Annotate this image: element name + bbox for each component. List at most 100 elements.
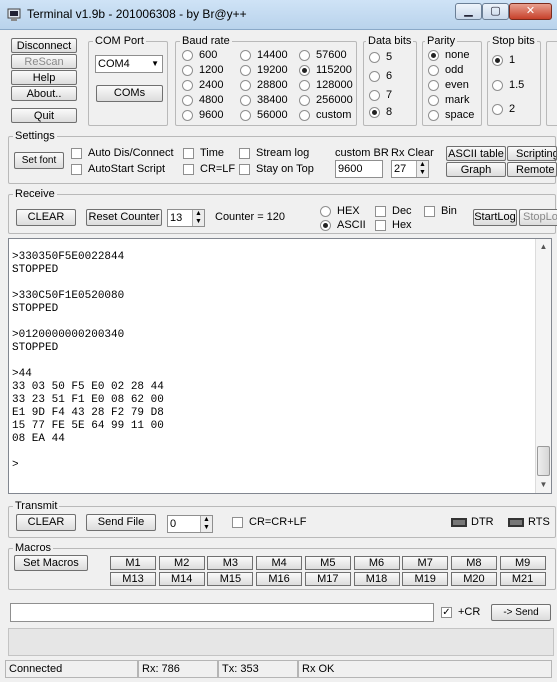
help-button[interactable]: Help <box>11 70 77 85</box>
stream-log-checkbox[interactable]: Stream log <box>239 147 309 159</box>
macro-button[interactable]: M7 <box>402 556 449 570</box>
quit-button[interactable]: Quit <box>11 108 77 123</box>
parity-radio[interactable]: even <box>428 79 469 91</box>
reset-counter-button[interactable]: Reset Counter <box>86 209 162 226</box>
coms-button[interactable]: COMs <box>96 85 163 102</box>
macro-button[interactable]: M13 <box>110 572 156 586</box>
scroll-up-icon[interactable]: ▲ <box>536 239 551 255</box>
send-file-button[interactable]: Send File <box>86 514 156 531</box>
baud-rate-radio[interactable]: custom <box>299 109 351 121</box>
baud-rate-radio[interactable]: 1200 <box>182 64 223 76</box>
parity-radio[interactable]: mark <box>428 94 469 106</box>
plus-cr-checkbox[interactable]: ✓ +CR <box>441 606 480 618</box>
macro-button[interactable]: M21 <box>499 572 546 586</box>
macro-button[interactable]: M19 <box>402 572 449 586</box>
title-bar[interactable]: Terminal v1.9b - 201006308 - by Br@y++ ▁… <box>0 0 557 30</box>
dtr-toggle[interactable]: DTR <box>451 516 494 528</box>
scroll-thumb[interactable] <box>537 446 550 476</box>
graph-button[interactable]: Graph <box>446 162 506 177</box>
parity-radio[interactable]: space <box>428 109 474 121</box>
baud-rate-radio[interactable]: 56000 <box>240 109 288 121</box>
bin-checkbox[interactable]: Bin <box>424 205 457 217</box>
auto-dis-connect-checkbox[interactable]: Auto Dis/Connect <box>71 147 174 159</box>
stop-bits-radio[interactable]: 2 <box>492 103 515 115</box>
baud-rate-radio[interactable]: 28800 <box>240 79 288 91</box>
cr-crlf-checkbox[interactable]: CR=CR+LF <box>232 516 306 528</box>
cr-lf-checkbox[interactable]: CR=LF <box>183 163 235 175</box>
dec-checkbox[interactable]: Dec <box>375 205 412 217</box>
parity-radio[interactable]: odd <box>428 64 463 76</box>
baud-rate-radio[interactable]: 9600 <box>182 109 223 121</box>
baud-rate-radio[interactable]: 4800 <box>182 94 223 106</box>
about-button[interactable]: About.. <box>11 86 77 101</box>
macro-button[interactable]: M3 <box>207 556 254 570</box>
macro-button[interactable]: M8 <box>450 556 497 570</box>
baud-rate-radio[interactable]: 128000 <box>299 79 353 91</box>
macro-button[interactable]: M6 <box>353 556 400 570</box>
transmit-clear-button[interactable]: CLEAR <box>16 514 76 531</box>
baud-rate-radio[interactable]: 256000 <box>299 94 353 106</box>
baud-rate-radio[interactable]: 2400 <box>182 79 223 91</box>
receive-terminal[interactable]: >330350F5E0022844 STOPPED >330C50F1E052008… <box>8 238 552 494</box>
data-bits-radio[interactable]: 7 <box>369 89 392 101</box>
macro-button[interactable]: M20 <box>450 572 497 586</box>
scripting-button[interactable]: Scripting <box>507 146 557 161</box>
macro-button[interactable]: M17 <box>304 572 351 586</box>
baud-rate-radio[interactable]: 19200 <box>240 64 288 76</box>
scroll-down-icon[interactable]: ▼ <box>536 477 551 493</box>
rts-toggle[interactable]: RTS <box>508 516 550 528</box>
set-macros-button[interactable]: Set Macros <box>14 555 88 571</box>
macro-button[interactable]: M5 <box>304 556 351 570</box>
custom-br-input[interactable]: 9600 <box>335 160 383 178</box>
maximize-button[interactable]: ▢ <box>482 3 509 20</box>
baud-rate-radio[interactable]: 57600 <box>299 49 347 61</box>
data-bits-radio[interactable]: 6 <box>369 70 392 82</box>
remote-button[interactable]: Remote <box>507 162 557 177</box>
macro-button[interactable]: M4 <box>256 556 303 570</box>
macro-button[interactable]: M16 <box>256 572 303 586</box>
ascii-table-button[interactable]: ASCII table <box>446 146 506 161</box>
rx-clear-spinner[interactable]: 27 ▲ ▼ <box>391 160 429 178</box>
spin-arrows-icon[interactable]: ▲ ▼ <box>416 161 428 177</box>
com-port-select[interactable]: COM4 ▼ <box>95 55 163 73</box>
macro-button[interactable]: M2 <box>158 556 205 570</box>
send-button[interactable]: -> Send <box>491 604 551 621</box>
stop-bits-radio[interactable]: 1.5 <box>492 79 524 91</box>
set-font-button[interactable]: Set font <box>14 152 64 169</box>
counter-text: Counter = 120 <box>215 211 286 223</box>
receive-clear-button[interactable]: CLEAR <box>16 209 76 226</box>
parity-radio[interactable]: none <box>428 49 469 61</box>
minimize-button[interactable]: ▁ <box>455 3 482 20</box>
data-bits-radio[interactable]: 5 <box>369 51 392 63</box>
vertical-scrollbar[interactable]: ▲ ▼ <box>535 239 551 493</box>
time-checkbox[interactable]: Time <box>183 147 224 159</box>
macro-button[interactable]: M15 <box>207 572 254 586</box>
data-bits-radio[interactable]: 8 <box>369 106 392 118</box>
disconnect-button[interactable]: Disconnect <box>11 38 77 53</box>
macro-button[interactable]: M1 <box>110 556 156 570</box>
radio-circle <box>299 79 310 91</box>
stop-bits-radio[interactable]: 1 <box>492 54 515 66</box>
radio-label: 1.5 <box>509 79 525 91</box>
ascii-radio[interactable]: ASCII <box>320 219 366 231</box>
hex-radio[interactable]: HEX <box>320 205 360 217</box>
spin-arrows-icon[interactable]: ▲ ▼ <box>192 210 204 226</box>
baud-rate-radio[interactable]: 115200 <box>299 64 352 76</box>
baud-rate-radio[interactable]: 38400 <box>240 94 288 106</box>
spin-arrows-icon[interactable]: ▲ ▼ <box>200 516 212 532</box>
macro-button[interactable]: M14 <box>158 572 205 586</box>
close-button[interactable]: ✕ <box>509 3 552 20</box>
stoplog-button[interactable]: StopLog <box>519 209 557 226</box>
transmit-input[interactable] <box>10 603 434 622</box>
rescan-button[interactable]: ReScan <box>11 54 77 69</box>
counter-spinner[interactable]: 13 ▲ ▼ <box>167 209 205 227</box>
baud-rate-radio[interactable]: 600 <box>182 49 217 61</box>
transmit-spinner[interactable]: 0 ▲ ▼ <box>167 515 213 533</box>
macro-button[interactable]: M9 <box>499 556 546 570</box>
stay-on-top-checkbox[interactable]: Stay on Top <box>239 163 314 175</box>
hex-checkbox[interactable]: Hex <box>375 219 412 231</box>
autostart-script-checkbox[interactable]: AutoStart Script <box>71 163 165 175</box>
startlog-button[interactable]: StartLog <box>473 209 517 226</box>
baud-rate-radio[interactable]: 14400 <box>240 49 288 61</box>
macro-button[interactable]: M18 <box>353 572 400 586</box>
